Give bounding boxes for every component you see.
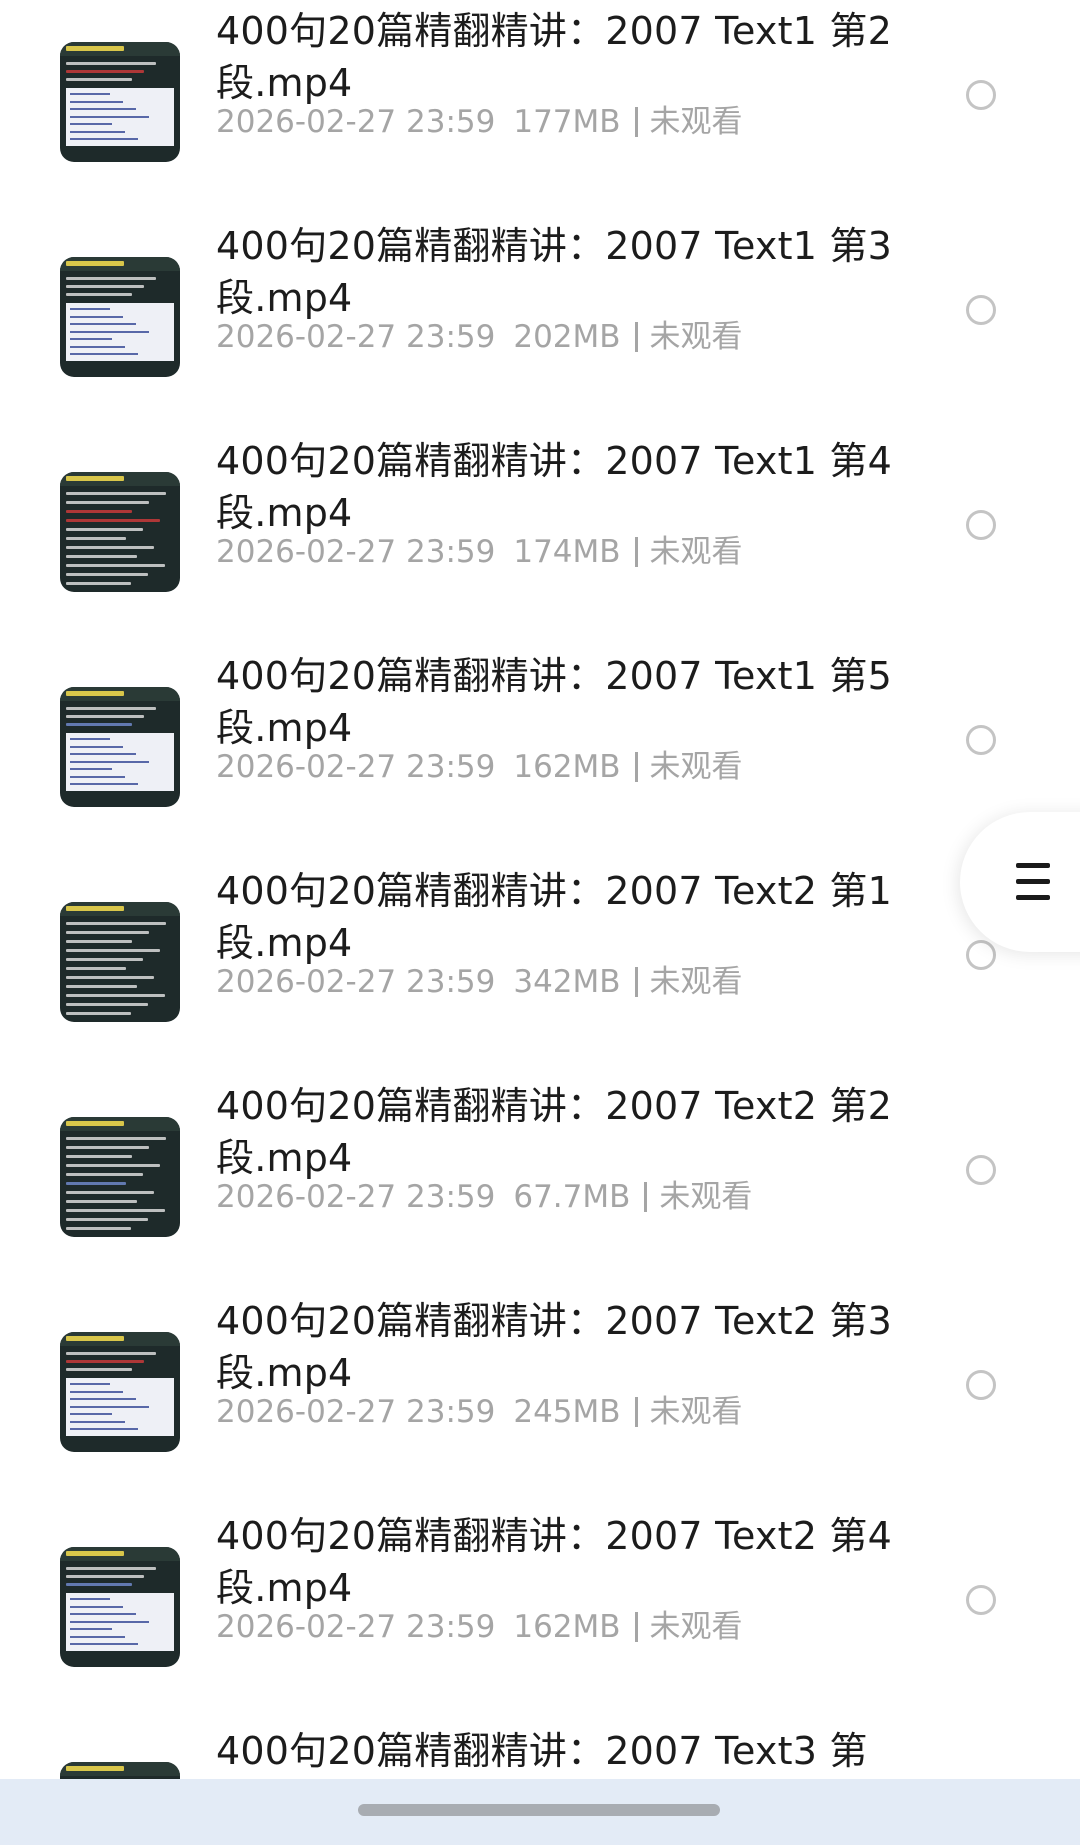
home-indicator[interactable] <box>358 1804 720 1816</box>
video-list: 400句20篇精翻精讲：2007 Text1 第2段.mp4 2026-02-27… <box>0 0 1080 1845</box>
video-date: 2026-02-27 23:59 <box>216 1179 496 1215</box>
video-title: 400句20篇精翻精讲：2007 Text1 第4段.mp4 <box>216 439 892 535</box>
video-thumbnail <box>60 687 180 807</box>
video-date: 2026-02-27 23:59 <box>216 534 496 570</box>
radio-unchecked-icon[interactable] <box>966 725 996 755</box>
video-title: 400句20篇精翻精讲：2007 Text2 第4段.mp4 <box>216 1514 892 1610</box>
video-thumbnail <box>60 1117 180 1237</box>
meta-separator <box>634 537 638 567</box>
video-size: 202MB <box>513 319 621 355</box>
video-meta: 2026-02-27 23:59 177MB 未观看 <box>216 102 916 142</box>
watch-status: 未观看 <box>649 749 743 785</box>
video-size: 177MB <box>513 104 621 140</box>
video-date: 2026-02-27 23:59 <box>216 319 496 355</box>
video-thumbnail <box>60 42 180 162</box>
video-thumbnail <box>60 472 180 592</box>
video-date: 2026-02-27 23:59 <box>216 1394 496 1430</box>
video-title: 400句20篇精翻精讲：2007 Text1 第3段.mp4 <box>216 224 892 320</box>
video-date: 2026-02-27 23:59 <box>216 1609 496 1645</box>
video-size: 174MB <box>513 534 621 570</box>
hamburger-menu-icon <box>1016 863 1050 901</box>
video-meta: 2026-02-27 23:59 174MB 未观看 <box>216 532 916 572</box>
video-meta: 2026-02-27 23:59 67.7MB 未观看 <box>216 1177 916 1217</box>
watch-status: 未观看 <box>649 964 743 1000</box>
video-title: 400句20篇精翻精讲：2007 Text2 第2段.mp4 <box>216 1084 892 1180</box>
video-list-item[interactable]: 400句20篇精翻精讲：2007 Text1 第2段.mp4 2026-02-27… <box>0 0 1080 200</box>
video-title: 400句20篇精翻精讲：2007 Text1 第5段.mp4 <box>216 654 892 750</box>
video-meta: 2026-02-27 23:59 342MB 未观看 <box>216 962 916 1002</box>
meta-separator <box>634 1397 638 1427</box>
meta-separator <box>634 752 638 782</box>
video-meta: 2026-02-27 23:59 245MB 未观看 <box>216 1392 916 1432</box>
video-size: 67.7MB <box>513 1179 631 1215</box>
radio-unchecked-icon[interactable] <box>966 1585 996 1615</box>
meta-separator <box>634 967 638 997</box>
video-date: 2026-02-27 23:59 <box>216 964 496 1000</box>
video-meta: 2026-02-27 23:59 162MB 未观看 <box>216 747 916 787</box>
video-title: 400句20篇精翻精讲：2007 Text1 第2段.mp4 <box>216 9 892 105</box>
video-thumbnail <box>60 257 180 377</box>
video-list-item[interactable]: 400句20篇精翻精讲：2007 Text1 第5段.mp4 2026-02-27… <box>0 630 1080 845</box>
video-size: 162MB <box>513 1609 621 1645</box>
watch-status: 未观看 <box>649 1394 743 1430</box>
watch-status: 未观看 <box>649 319 743 355</box>
video-size: 162MB <box>513 749 621 785</box>
radio-unchecked-icon[interactable] <box>966 80 996 110</box>
video-list-item[interactable]: 400句20篇精翻精讲：2007 Text2 第3段.mp4 2026-02-27… <box>0 1275 1080 1490</box>
video-size: 342MB <box>513 964 621 1000</box>
video-thumbnail <box>60 1547 180 1667</box>
video-list-item[interactable]: 400句20篇精翻精讲：2007 Text2 第1段.mp4 2026-02-27… <box>0 845 1080 1060</box>
radio-unchecked-icon[interactable] <box>966 1155 996 1185</box>
video-meta: 2026-02-27 23:59 162MB 未观看 <box>216 1607 916 1647</box>
video-size: 245MB <box>513 1394 621 1430</box>
watch-status: 未观看 <box>649 1609 743 1645</box>
watch-status: 未观看 <box>659 1179 753 1215</box>
radio-unchecked-icon[interactable] <box>966 295 996 325</box>
radio-unchecked-icon[interactable] <box>966 1370 996 1400</box>
video-title: 400句20篇精翻精讲：2007 Text3 第 <box>216 1729 868 1773</box>
video-date: 2026-02-27 23:59 <box>216 749 496 785</box>
video-list-item[interactable]: 400句20篇精翻精讲：2007 Text1 第3段.mp4 2026-02-27… <box>0 200 1080 415</box>
watch-status: 未观看 <box>649 104 743 140</box>
video-meta: 2026-02-27 23:59 202MB 未观看 <box>216 317 916 357</box>
video-thumbnail <box>60 902 180 1022</box>
video-list-item[interactable]: 400句20篇精翻精讲：2007 Text2 第4段.mp4 2026-02-27… <box>0 1490 1080 1705</box>
video-title: 400句20篇精翻精讲：2007 Text2 第3段.mp4 <box>216 1299 892 1395</box>
meta-separator <box>644 1182 648 1212</box>
meta-separator <box>634 107 638 137</box>
meta-separator <box>634 322 638 352</box>
meta-separator <box>634 1612 638 1642</box>
watch-status: 未观看 <box>649 534 743 570</box>
video-list-item[interactable]: 400句20篇精翻精讲：2007 Text1 第4段.mp4 2026-02-27… <box>0 415 1080 630</box>
video-thumbnail <box>60 1332 180 1452</box>
video-title: 400句20篇精翻精讲：2007 Text2 第1段.mp4 <box>216 869 892 965</box>
video-date: 2026-02-27 23:59 <box>216 104 496 140</box>
video-list-item[interactable]: 400句20篇精翻精讲：2007 Text2 第2段.mp4 2026-02-27… <box>0 1060 1080 1275</box>
radio-unchecked-icon[interactable] <box>966 940 996 970</box>
system-navigation-bar <box>0 1779 1080 1845</box>
radio-unchecked-icon[interactable] <box>966 510 996 540</box>
